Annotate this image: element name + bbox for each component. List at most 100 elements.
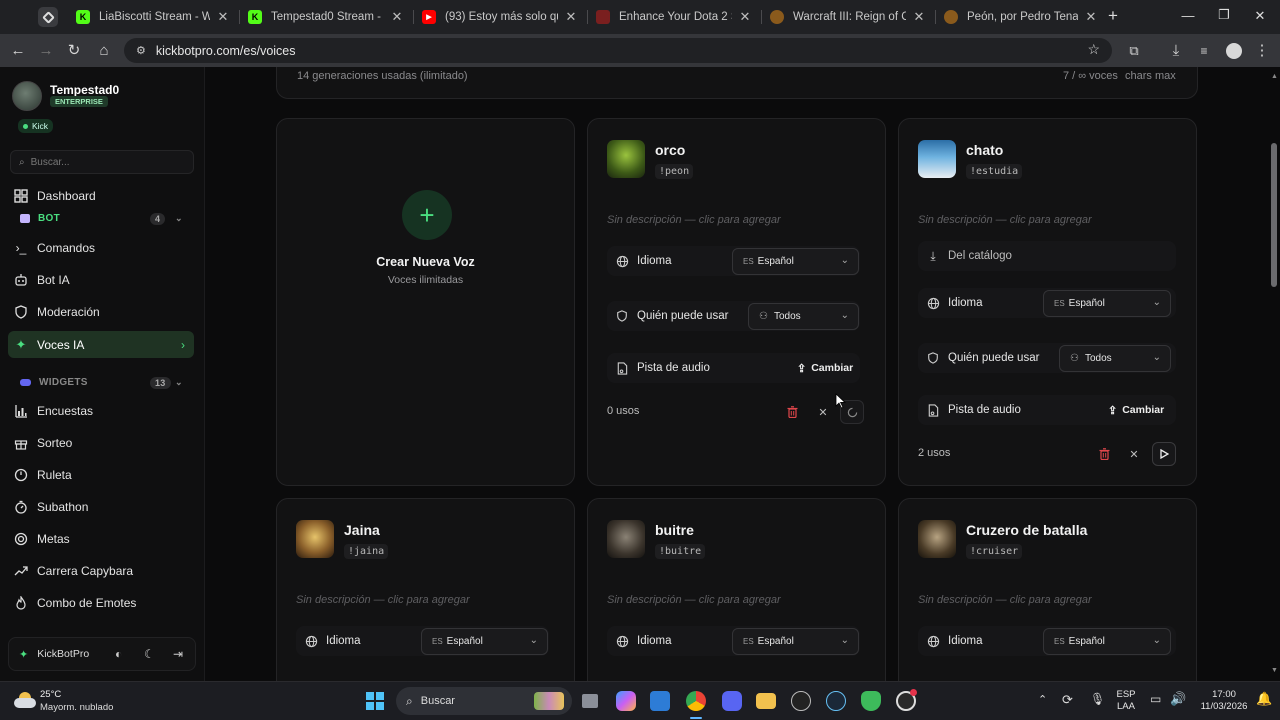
minimize-button[interactable]: —: [1178, 8, 1198, 23]
sidebar-item-carrera-capybara[interactable]: Carrera Capybara: [8, 558, 194, 584]
store-icon[interactable]: [650, 691, 670, 711]
file-explorer-icon[interactable]: [756, 693, 776, 709]
download-icon[interactable]: ⤓: [1166, 41, 1186, 61]
close-tab-icon[interactable]: ✕: [1084, 9, 1098, 25]
sidebar-item-subathon[interactable]: Subathon: [8, 494, 194, 520]
language-select[interactable]: ES Español ⌄: [421, 628, 548, 655]
moon-icon[interactable]: ☾: [144, 647, 155, 661]
voice-name[interactable]: buitre: [655, 522, 694, 538]
voice-description[interactable]: Sin descripción — clic para agregar: [918, 594, 1092, 606]
discord-icon[interactable]: [722, 691, 742, 711]
steam-icon[interactable]: [826, 691, 846, 711]
change-audio-button[interactable]: ⇪ Cambiar: [1108, 404, 1164, 417]
scrollbar-down-arrow[interactable]: ▼: [1271, 667, 1278, 674]
tray-overflow-icon[interactable]: ⌃: [1038, 693, 1047, 706]
voice-description[interactable]: Sin descripción — clic para agregar: [607, 594, 781, 606]
menu-icon[interactable]: ⋮: [1252, 41, 1272, 61]
sidebar: Tempestad0 ENTERPRISE Kick ⌕ Buscar... D…: [0, 67, 205, 681]
chrome-icon[interactable]: [686, 691, 706, 711]
weather-widget[interactable]: 25°C Mayorm. nublado: [12, 687, 132, 717]
play-icon[interactable]: [1152, 442, 1176, 466]
extensions-icon[interactable]: ⧉: [1124, 41, 1144, 61]
sidebar-item-combo-emotes[interactable]: Combo de Emotes: [8, 590, 194, 616]
new-tab-button[interactable]: +: [1108, 6, 1118, 26]
browser-tab[interactable]: Warcraft III: Reign of Chaos ✕: [762, 4, 934, 30]
sync-icon[interactable]: ⟳: [1062, 692, 1073, 708]
taskbar-search[interactable]: ⌕ Buscar: [396, 687, 572, 715]
media-control-icon[interactable]: ≡: [1194, 41, 1214, 61]
sidebar-item-metas[interactable]: Metas: [8, 526, 194, 552]
volume-icon[interactable]: 🔊: [1170, 691, 1186, 707]
voice-name[interactable]: orco: [655, 142, 685, 158]
profile-avatar[interactable]: [1226, 43, 1242, 59]
create-voice-card[interactable]: + Crear Nueva Voz Voces ilimitadas: [276, 118, 575, 486]
browser-tab[interactable]: Peón, por Pedro Tena en W ✕: [936, 4, 1106, 30]
windows-start-button[interactable]: [366, 692, 384, 710]
address-bar[interactable]: ⚙ kickbotpro.com/es/voices ☆: [124, 38, 1112, 63]
logout-icon[interactable]: ⇥: [173, 647, 183, 661]
close-tab-icon[interactable]: ✕: [390, 9, 404, 25]
sidebar-item-bot-ia[interactable]: Bot IA: [8, 267, 194, 293]
reload-icon[interactable]: ↻: [64, 41, 84, 61]
back-icon[interactable]: ←: [8, 41, 28, 61]
voice-name[interactable]: Jaina: [344, 522, 380, 538]
cloud-icon: [14, 692, 36, 708]
close-tab-icon[interactable]: ✕: [216, 9, 230, 25]
sidebar-item-sorteo[interactable]: Sorteo: [8, 430, 194, 456]
search-input[interactable]: ⌕ Buscar...: [10, 150, 194, 174]
sidebar-item-voces-ia[interactable]: ✦ Voces IA ›: [8, 331, 194, 358]
trash-icon[interactable]: [781, 401, 803, 423]
browser-tab[interactable]: ▶ (93) Estoy más solo que ay ✕: [414, 4, 586, 30]
bookmark-star-icon[interactable]: ☆: [1087, 41, 1100, 58]
microphone-icon[interactable]: 🎙: [1090, 692, 1105, 706]
close-window-button[interactable]: ✕: [1250, 8, 1270, 24]
sidebar-item-ruleta[interactable]: Ruleta: [8, 462, 194, 488]
voice-name[interactable]: chato: [966, 142, 1003, 158]
trash-icon[interactable]: [1093, 443, 1115, 465]
close-icon[interactable]: ✕: [812, 401, 834, 423]
home-icon[interactable]: ⌂: [94, 41, 114, 61]
language-select[interactable]: ES Español ⌄: [732, 248, 859, 275]
maximize-button[interactable]: ❐: [1214, 7, 1234, 23]
language-select[interactable]: ES Español ⌄: [1043, 290, 1171, 317]
clock[interactable]: 17:00 11/03/2026: [1194, 689, 1254, 713]
notifications-icon[interactable]: 🔔: [1256, 691, 1272, 707]
network-icon[interactable]: ▭: [1150, 692, 1161, 706]
permission-select[interactable]: ⚇ Todos ⌄: [1059, 345, 1171, 372]
palette-icon[interactable]: ◐: [115, 647, 122, 661]
close-icon[interactable]: ✕: [1123, 443, 1145, 465]
sidebar-item-encuestas[interactable]: Encuestas: [8, 398, 194, 424]
site-info-icon[interactable]: ⚙: [136, 44, 146, 57]
voice-description[interactable]: Sin descripción — clic para agregar: [607, 214, 781, 226]
permission-select[interactable]: ⚇ Todos ⌄: [748, 303, 859, 330]
language-select[interactable]: ES Español ⌄: [732, 628, 859, 655]
sidebar-item-comandos[interactable]: ›_ Comandos: [8, 235, 194, 261]
browser-tab[interactable]: K Tempestad0 Stream - Watc ✕: [240, 4, 412, 30]
task-view-icon[interactable]: [582, 694, 598, 708]
page-scrollbar[interactable]: ▲ ▼: [1268, 67, 1280, 681]
plus-icon[interactable]: +: [402, 190, 452, 240]
change-audio-button[interactable]: ⇪ Cambiar: [797, 362, 853, 375]
avatar[interactable]: [12, 81, 42, 111]
copilot-icon[interactable]: [616, 691, 636, 711]
voice-description[interactable]: Sin descripción — clic para agregar: [296, 594, 470, 606]
sidebar-group-bot[interactable]: BOT 4 ⌄: [20, 212, 190, 225]
browser-tab[interactable]: K LiaBiscotti Stream - Watch ✕: [68, 4, 238, 30]
sidebar-item-moderacion[interactable]: Moderación: [8, 299, 194, 325]
close-tab-icon[interactable]: ✕: [564, 9, 578, 25]
shield-app-icon[interactable]: [861, 691, 881, 711]
language-select[interactable]: ES Español ⌄: [1043, 628, 1171, 655]
sidebar-group-widgets[interactable]: WIDGETS 13 ⌄: [20, 376, 190, 389]
browser-tab[interactable]: Enhance Your Dota 2 Strea ✕: [588, 4, 760, 30]
close-tab-icon[interactable]: ✕: [738, 9, 752, 25]
sidebar-item-dashboard[interactable]: Dashboard: [8, 183, 194, 209]
scrollbar-thumb[interactable]: [1271, 143, 1277, 287]
forward-icon[interactable]: →: [36, 41, 56, 61]
voice-name[interactable]: Cruzero de batalla: [966, 522, 1087, 538]
voice-description[interactable]: Sin descripción — clic para agregar: [918, 214, 1092, 226]
scrollbar-up-arrow[interactable]: ▲: [1271, 73, 1278, 80]
tab-search-icon[interactable]: [38, 7, 58, 27]
input-language[interactable]: ESP LAA: [1112, 689, 1140, 713]
app-shield-icon[interactable]: [791, 691, 811, 711]
close-tab-icon[interactable]: ✕: [912, 9, 926, 25]
